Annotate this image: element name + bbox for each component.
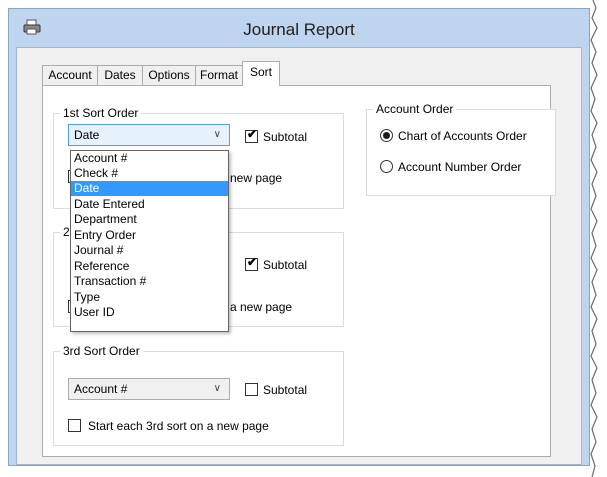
dropdown-item-date[interactable]: Date <box>71 181 228 196</box>
account-order-group: Account Order <box>366 102 556 196</box>
dropdown-item-user-id[interactable]: User ID <box>71 305 228 320</box>
window-title: Journal Report <box>243 20 355 39</box>
third-sort-combo[interactable]: Account # ∨ <box>68 378 230 400</box>
second-sort-subtotal-label[interactable]: Subtotal <box>263 258 307 272</box>
third-sort-newpage-checkbox[interactable] <box>68 419 81 432</box>
dropdown-item-journal[interactable]: Journal # <box>71 243 228 258</box>
chart-of-accounts-radio[interactable] <box>380 129 393 142</box>
title-bar[interactable]: Journal Report <box>9 9 589 47</box>
account-number-label[interactable]: Account Number Order <box>398 160 521 174</box>
third-sort-value: Account # <box>74 382 128 396</box>
third-sort-newpage-label[interactable]: Start each 3rd sort on a new page <box>88 419 269 433</box>
chevron-down-icon: ∨ <box>213 129 221 140</box>
dropdown-item-reference[interactable]: Reference <box>71 259 228 274</box>
second-sort-newpage-label[interactable]: a new page <box>230 300 292 314</box>
dropdown-item-transaction[interactable]: Transaction # <box>71 274 228 289</box>
tab-account[interactable]: Account <box>42 65 98 85</box>
tab-dates[interactable]: Dates <box>97 65 143 85</box>
dropdown-item-entry-order[interactable]: Entry Order <box>71 228 228 243</box>
dropdown-item-department[interactable]: Department <box>71 212 228 227</box>
tab-format[interactable]: Format <box>195 65 243 85</box>
second-sort-subtotal-checkbox[interactable]: ✔ <box>245 255 258 271</box>
dropdown-item-type[interactable]: Type <box>71 290 228 305</box>
first-sort-legend: 1st Sort Order <box>60 106 142 120</box>
chevron-down-icon: ∨ <box>213 383 221 394</box>
dropdown-item-account[interactable]: Account # <box>71 151 228 166</box>
radio-selected-dot <box>383 132 390 139</box>
first-sort-newpage-label[interactable]: new page <box>230 171 282 185</box>
account-order-legend: Account Order <box>373 102 457 116</box>
dropdown-item-check[interactable]: Check # <box>71 166 228 181</box>
first-sort-subtotal-label[interactable]: Subtotal <box>263 130 307 144</box>
third-sort-subtotal-label[interactable]: Subtotal <box>263 383 307 397</box>
tab-options[interactable]: Options <box>142 65 196 85</box>
account-number-radio[interactable] <box>380 160 393 173</box>
first-sort-dropdown-list: Account # Check # Date Date Entered Depa… <box>70 150 229 332</box>
torn-edge-decoration <box>587 0 607 477</box>
third-sort-legend: 3rd Sort Order <box>60 344 143 358</box>
third-sort-subtotal-checkbox[interactable] <box>245 383 258 396</box>
checkmark-icon: ✔ <box>247 255 258 269</box>
tab-sort[interactable]: Sort <box>242 61 280 86</box>
chart-of-accounts-label[interactable]: Chart of Accounts Order <box>398 129 527 143</box>
checkmark-icon: ✔ <box>247 127 258 141</box>
dropdown-item-date-entered[interactable]: Date Entered <box>71 197 228 212</box>
first-sort-combo[interactable]: Date ∨ <box>68 124 230 146</box>
first-sort-subtotal-checkbox[interactable]: ✔ <box>245 127 258 143</box>
first-sort-value: Date <box>74 128 100 142</box>
